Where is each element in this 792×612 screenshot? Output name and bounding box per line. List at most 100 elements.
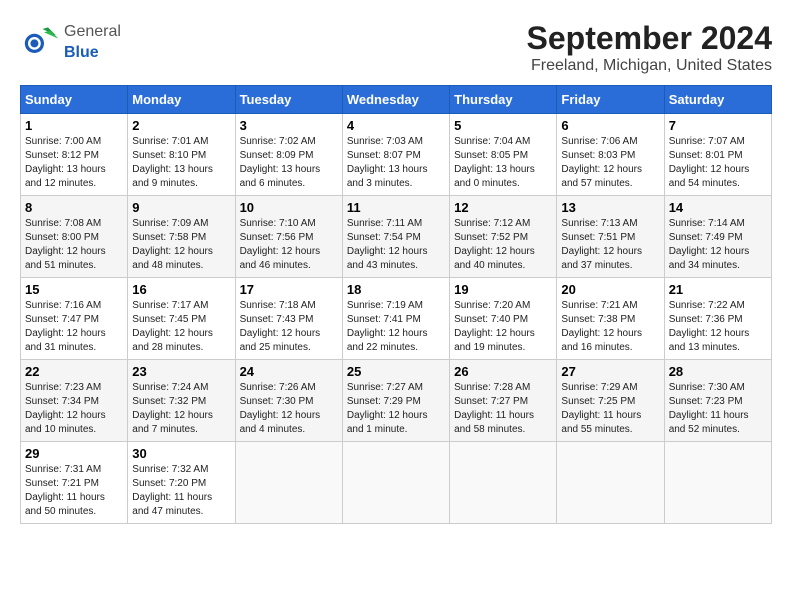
logo-blue-text: Blue	[64, 44, 99, 61]
day-info: Sunrise: 7:29 AM Sunset: 7:25 PM Dayligh…	[561, 381, 659, 437]
day-number: 30	[132, 446, 230, 461]
day-number: 21	[669, 282, 767, 297]
calendar-cell: 22 Sunrise: 7:23 AM Sunset: 7:34 PM Dayli…	[21, 360, 128, 442]
day-number: 13	[561, 200, 659, 215]
calendar-cell: 14 Sunrise: 7:14 AM Sunset: 7:49 PM Dayli…	[664, 196, 771, 278]
calendar-cell: 13 Sunrise: 7:13 AM Sunset: 7:51 PM Dayli…	[557, 196, 664, 278]
day-number: 16	[132, 282, 230, 297]
day-info: Sunrise: 7:24 AM Sunset: 7:32 PM Dayligh…	[132, 381, 230, 437]
calendar-cell: 16Sunrise: 7:17 AM Sunset: 7:45 PM Dayli…	[128, 278, 235, 360]
day-info: Sunrise: 7:07 AM Sunset: 8:01 PM Dayligh…	[669, 135, 767, 191]
calendar-cell: 15Sunrise: 7:16 AM Sunset: 7:47 PM Dayli…	[21, 278, 128, 360]
day-info: Sunrise: 7:02 AM Sunset: 8:09 PM Dayligh…	[240, 135, 338, 191]
day-number: 9	[132, 200, 230, 215]
calendar-cell: 2Sunrise: 7:01 AM Sunset: 8:10 PM Daylig…	[128, 114, 235, 196]
weekday-header-row: SundayMondayTuesdayWednesdayThursdayFrid…	[21, 86, 772, 114]
calendar-cell: 12 Sunrise: 7:12 AM Sunset: 7:52 PM Dayli…	[450, 196, 557, 278]
day-info: Sunrise: 7:32 AM Sunset: 7:20 PM Dayligh…	[132, 463, 230, 519]
calendar-cell: 19 Sunrise: 7:20 AM Sunset: 7:40 PM Dayli…	[450, 278, 557, 360]
weekday-monday: Monday	[128, 86, 235, 114]
calendar-cell: 11 Sunrise: 7:11 AM Sunset: 7:54 PM Dayli…	[342, 196, 449, 278]
calendar-cell: 5Sunrise: 7:04 AM Sunset: 8:05 PM Daylig…	[450, 114, 557, 196]
day-number: 12	[454, 200, 552, 215]
calendar-cell: 6 Sunrise: 7:06 AM Sunset: 8:03 PM Daylig…	[557, 114, 664, 196]
calendar-cell: 24 Sunrise: 7:26 AM Sunset: 7:30 PM Dayli…	[235, 360, 342, 442]
calendar-cell: 29 Sunrise: 7:31 AM Sunset: 7:21 PM Dayli…	[21, 442, 128, 524]
day-number: 6	[561, 118, 659, 133]
day-number: 17	[240, 282, 338, 297]
day-info: Sunrise: 7:20 AM Sunset: 7:40 PM Dayligh…	[454, 299, 552, 355]
day-info: Sunrise: 7:19 AM Sunset: 7:41 PM Dayligh…	[347, 299, 445, 355]
calendar-body: 1 Sunrise: 7:00 AM Sunset: 8:12 PM Daylig…	[21, 114, 772, 524]
day-info: Sunrise: 7:10 AM Sunset: 7:56 PM Dayligh…	[240, 217, 338, 273]
calendar-cell: 8Sunrise: 7:08 AM Sunset: 8:00 PM Daylig…	[21, 196, 128, 278]
weekday-wednesday: Wednesday	[342, 86, 449, 114]
day-info: Sunrise: 7:06 AM Sunset: 8:03 PM Dayligh…	[561, 135, 659, 191]
day-info: Sunrise: 7:31 AM Sunset: 7:21 PM Dayligh…	[25, 463, 123, 519]
day-info: Sunrise: 7:03 AM Sunset: 8:07 PM Dayligh…	[347, 135, 445, 191]
day-number: 24	[240, 364, 338, 379]
weekday-friday: Friday	[557, 86, 664, 114]
calendar-table: SundayMondayTuesdayWednesdayThursdayFrid…	[20, 85, 772, 524]
day-info: Sunrise: 7:21 AM Sunset: 7:38 PM Dayligh…	[561, 299, 659, 355]
day-info: Sunrise: 7:30 AM Sunset: 7:23 PM Dayligh…	[669, 381, 767, 437]
day-info: Sunrise: 7:13 AM Sunset: 7:51 PM Dayligh…	[561, 217, 659, 273]
day-info: Sunrise: 7:27 AM Sunset: 7:29 PM Dayligh…	[347, 381, 445, 437]
day-number: 20	[561, 282, 659, 297]
day-number: 3	[240, 118, 338, 133]
calendar-cell: 18 Sunrise: 7:19 AM Sunset: 7:41 PM Dayli…	[342, 278, 449, 360]
day-number: 7	[669, 118, 767, 133]
week-row-2: 8Sunrise: 7:08 AM Sunset: 8:00 PM Daylig…	[21, 196, 772, 278]
day-number: 26	[454, 364, 552, 379]
logo: General Blue	[20, 20, 121, 62]
day-info: Sunrise: 7:09 AM Sunset: 7:58 PM Dayligh…	[132, 217, 230, 273]
day-number: 19	[454, 282, 552, 297]
day-number: 1	[25, 118, 123, 133]
weekday-sunday: Sunday	[21, 86, 128, 114]
calendar-cell: 23 Sunrise: 7:24 AM Sunset: 7:32 PM Dayli…	[128, 360, 235, 442]
day-info: Sunrise: 7:00 AM Sunset: 8:12 PM Dayligh…	[25, 135, 123, 191]
calendar-title: September 2024	[527, 20, 772, 57]
day-number: 18	[347, 282, 445, 297]
calendar-cell	[450, 442, 557, 524]
day-info: Sunrise: 7:26 AM Sunset: 7:30 PM Dayligh…	[240, 381, 338, 437]
day-number: 4	[347, 118, 445, 133]
day-number: 22	[25, 364, 123, 379]
day-info: Sunrise: 7:11 AM Sunset: 7:54 PM Dayligh…	[347, 217, 445, 273]
calendar-cell: 3 Sunrise: 7:02 AM Sunset: 8:09 PM Daylig…	[235, 114, 342, 196]
calendar-cell: 26 Sunrise: 7:28 AM Sunset: 7:27 PM Dayli…	[450, 360, 557, 442]
weekday-tuesday: Tuesday	[235, 86, 342, 114]
week-row-5: 29 Sunrise: 7:31 AM Sunset: 7:21 PM Dayli…	[21, 442, 772, 524]
day-number: 14	[669, 200, 767, 215]
calendar-cell: 21 Sunrise: 7:22 AM Sunset: 7:36 PM Dayli…	[664, 278, 771, 360]
day-info: Sunrise: 7:12 AM Sunset: 7:52 PM Dayligh…	[454, 217, 552, 273]
calendar-cell	[664, 442, 771, 524]
day-info: Sunrise: 7:18 AM Sunset: 7:43 PM Dayligh…	[240, 299, 338, 355]
calendar-cell: 27 Sunrise: 7:29 AM Sunset: 7:25 PM Dayli…	[557, 360, 664, 442]
day-info: Sunrise: 7:23 AM Sunset: 7:34 PM Dayligh…	[25, 381, 123, 437]
day-number: 23	[132, 364, 230, 379]
calendar-cell: 28 Sunrise: 7:30 AM Sunset: 7:23 PM Dayli…	[664, 360, 771, 442]
calendar-cell: 4 Sunrise: 7:03 AM Sunset: 8:07 PM Daylig…	[342, 114, 449, 196]
calendar-cell: 17 Sunrise: 7:18 AM Sunset: 7:43 PM Dayli…	[235, 278, 342, 360]
day-info: Sunrise: 7:16 AM Sunset: 7:47 PM Dayligh…	[25, 299, 123, 355]
day-number: 8	[25, 200, 123, 215]
day-info: Sunrise: 7:28 AM Sunset: 7:27 PM Dayligh…	[454, 381, 552, 437]
week-row-3: 15Sunrise: 7:16 AM Sunset: 7:47 PM Dayli…	[21, 278, 772, 360]
calendar-subtitle: Freeland, Michigan, United States	[527, 57, 772, 75]
day-number: 11	[347, 200, 445, 215]
calendar-cell: 7 Sunrise: 7:07 AM Sunset: 8:01 PM Daylig…	[664, 114, 771, 196]
calendar-cell: 9 Sunrise: 7:09 AM Sunset: 7:58 PM Daylig…	[128, 196, 235, 278]
day-number: 29	[25, 446, 123, 461]
day-info: Sunrise: 7:14 AM Sunset: 7:49 PM Dayligh…	[669, 217, 767, 273]
day-number: 28	[669, 364, 767, 379]
calendar-cell	[235, 442, 342, 524]
week-row-1: 1 Sunrise: 7:00 AM Sunset: 8:12 PM Daylig…	[21, 114, 772, 196]
day-info: Sunrise: 7:22 AM Sunset: 7:36 PM Dayligh…	[669, 299, 767, 355]
day-number: 27	[561, 364, 659, 379]
page-header: General Blue September 2024 Freeland, Mi…	[20, 20, 772, 75]
calendar-cell: 10Sunrise: 7:10 AM Sunset: 7:56 PM Dayli…	[235, 196, 342, 278]
calendar-cell	[557, 442, 664, 524]
calendar-cell: 20 Sunrise: 7:21 AM Sunset: 7:38 PM Dayli…	[557, 278, 664, 360]
calendar-cell: 30 Sunrise: 7:32 AM Sunset: 7:20 PM Dayli…	[128, 442, 235, 524]
